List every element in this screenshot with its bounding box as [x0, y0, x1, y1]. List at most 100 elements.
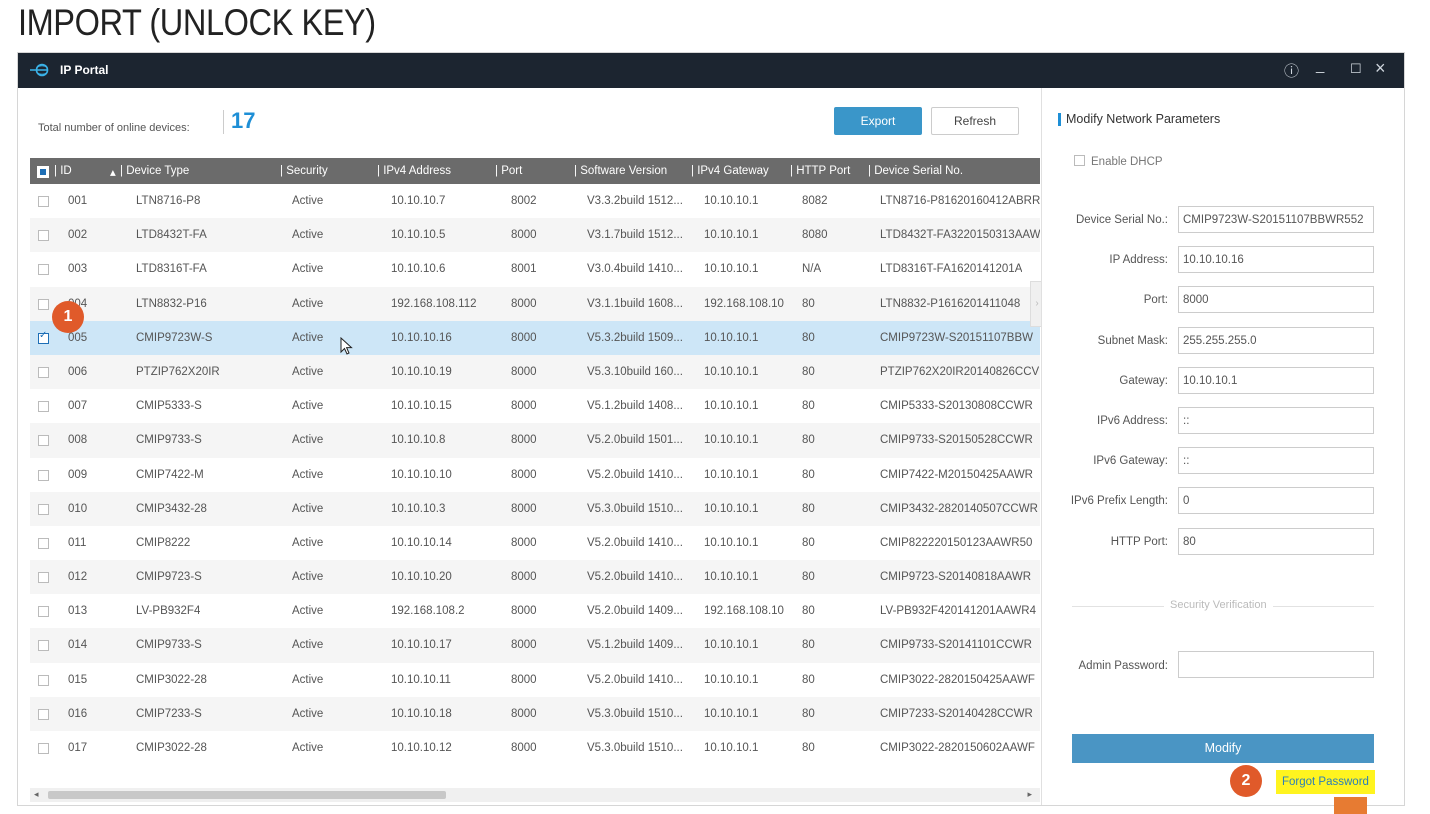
row-checkbox[interactable]	[38, 366, 49, 378]
info-icon[interactable]: ⓘ	[1284, 60, 1299, 81]
col-header-id[interactable]: | ID	[54, 165, 72, 177]
maximize-button[interactable]: ☐	[1350, 61, 1362, 77]
row-checkbox[interactable]	[38, 196, 49, 207]
ip-address-input[interactable]: 10.10.10.16	[1178, 246, 1374, 274]
cell-port: 8000	[511, 297, 537, 310]
cell-software-version: V3.0.4build 1410...	[587, 263, 683, 276]
cell-ipv4-address: 10.10.10.18	[391, 707, 452, 720]
subnet-mask-label: Subnet Mask:	[1097, 334, 1168, 347]
row-checkbox[interactable]	[38, 230, 49, 242]
ip-address-label: IP Address:	[1109, 254, 1168, 267]
cell-ipv4-address: 10.10.10.17	[391, 639, 452, 652]
cell-software-version: V5.3.2build 1509...	[587, 331, 683, 344]
table-row[interactable]: 012 CMIP9723-S Active 10.10.10.20 8000 V5.2.0…	[30, 560, 1040, 595]
refresh-button[interactable]: Refresh	[931, 107, 1019, 135]
cell-device-type: CMIP7233-S	[136, 707, 202, 720]
cell-ipv4-gateway: 10.10.10.1	[704, 365, 759, 378]
row-checkbox[interactable]	[38, 401, 49, 413]
col-header-device-type[interactable]: | Device Type	[120, 165, 189, 177]
cell-port: 8000	[511, 639, 537, 652]
table-row[interactable]: 009 CMIP7422-M Active 10.10.10.10 8000 V5.2.0…	[30, 458, 1040, 492]
row-checkbox[interactable]	[38, 606, 49, 618]
modify-button[interactable]: Modify	[1072, 734, 1374, 763]
export-button[interactable]: Export	[834, 107, 922, 135]
table-row[interactable]: 006 PTZIP762X20IR Active 10.10.10.19 8000 V5.…	[30, 354, 1040, 390]
col-header-http-port[interactable]: | HTTP Port	[790, 165, 850, 177]
http-port-input[interactable]: 80	[1178, 527, 1374, 555]
subnet-mask-input[interactable]: 255.255.255.0	[1178, 326, 1374, 354]
enable-dhcp-checkbox[interactable]: Enable DHCP	[1074, 155, 1163, 168]
cell-ipv4-gateway: 10.10.10.1	[704, 536, 759, 549]
row-checkbox[interactable]	[38, 708, 49, 720]
col-header-ipv4-gateway[interactable]: | IPv4 Gateway	[691, 165, 769, 177]
cell-ipv4-gateway: 10.10.10.1	[704, 434, 759, 447]
ipv6-prefix-length-input[interactable]: 0	[1178, 487, 1374, 515]
port-input[interactable]: 8000	[1178, 286, 1374, 314]
cell-port: 8000	[511, 536, 537, 549]
horizontal-scrollbar[interactable]: ◂ ▸	[30, 788, 1040, 802]
table-row[interactable]: 007 CMIP5333-S Active 10.10.10.15 8000 V5.1.2…	[30, 389, 1040, 423]
cell-id: 013	[68, 605, 88, 618]
cell-ipv4-gateway: 10.10.10.1	[704, 742, 759, 754]
row-checkbox[interactable]	[38, 640, 49, 652]
cell-device-type: CMIP3432-28	[136, 502, 207, 515]
col-header-ipv4-address[interactable]: | IPv4 Address	[377, 165, 451, 177]
table-row[interactable]: 005 CMIP9723W-S Active 10.10.10.16 8000 V5.3.…	[30, 320, 1040, 355]
admin-password-input[interactable]	[1178, 651, 1374, 678]
table-row[interactable]: 010 CMIP3432-28 Active 10.10.10.3 8000 V5.3.0…	[30, 491, 1040, 526]
row-checkbox[interactable]	[38, 469, 49, 481]
row-checkbox[interactable]	[38, 298, 49, 310]
cell-ipv4-address: 10.10.10.15	[391, 400, 452, 413]
cell-serial: PTZIP762X20IR20140826CCV	[880, 365, 1040, 378]
row-checkbox[interactable]	[38, 330, 49, 344]
table-row[interactable]: 004LTN8832-P16Active192.168.108.1128000V…	[30, 286, 1040, 321]
table-row[interactable]: 015 CMIP3022-28 Active 10.10.10.11 8000 V5.2.…	[30, 663, 1040, 697]
cell-ipv4-address: 10.10.10.3	[391, 502, 446, 515]
col-header-port[interactable]: | Port	[495, 165, 522, 177]
ipv6-address-input[interactable]: ::	[1178, 407, 1374, 434]
scroll-right-icon[interactable]: ▸	[1027, 789, 1032, 800]
cell-security: Active	[292, 229, 324, 242]
table-row[interactable]: 003 LTD8316T-FA Active 10.10.10.6 8001 V3.0.4…	[30, 252, 1040, 286]
table-row[interactable]: 001 LTN8716-P8 Active 10.10.10.7 8002 V3.3.2b…	[30, 184, 1040, 218]
device-serial-input[interactable]: CMIP9723W-S20151107BBWR552	[1178, 206, 1374, 233]
forgot-password-link[interactable]: Forgot Password	[1276, 770, 1375, 794]
cell-security: Active	[292, 400, 324, 413]
table-row[interactable]: 011 CMIP8222 Active 10.10.10.14 8000 V5.2.0bu…	[30, 526, 1040, 560]
row-checkbox[interactable]	[38, 435, 49, 447]
close-button[interactable]: ×	[1375, 58, 1386, 79]
select-all-checkbox[interactable]	[37, 166, 49, 178]
ipv6-gateway-input[interactable]: ::	[1178, 447, 1374, 475]
cell-http-port: 80	[802, 536, 815, 549]
cell-device-type: CMIP9733-S	[136, 434, 202, 447]
table-row[interactable]: 017 CMIP3022-28 Active 10.10.10.12 8000 V5.3.…	[30, 731, 1040, 765]
cell-id: 003	[68, 263, 88, 276]
table-row[interactable]: 014 CMIP9733-S Active 10.10.10.17 8000 V5.1.2…	[30, 628, 1040, 663]
table-row[interactable]: 002 LTD8432T-FA Active 10.10.10.5 8000 V3.1.7…	[30, 218, 1040, 253]
cell-serial: LTD8316T-FA1620141201A	[880, 263, 1023, 276]
cell-port: 8000	[511, 365, 537, 378]
gateway-input[interactable]: 10.10.10.1	[1178, 366, 1374, 394]
row-checkbox[interactable]	[38, 264, 49, 276]
callout-1-badge: 1	[52, 301, 84, 333]
cell-id: 010	[68, 502, 88, 515]
cell-security: Active	[292, 571, 324, 584]
row-checkbox[interactable]	[38, 503, 49, 515]
row-checkbox[interactable]	[38, 537, 49, 549]
minimize-button[interactable]: _	[1316, 57, 1324, 74]
col-header-software-version[interactable]: | Software Version	[574, 165, 667, 177]
table-row[interactable]: 016 CMIP7233-S Active 10.10.10.18 8000 V5.3.0…	[30, 696, 1040, 731]
col-header-security[interactable]: | Security	[280, 165, 328, 177]
table-row[interactable]: 013 LV-PB932F4 Active 192.168.108.2 8000 V5.2…	[30, 594, 1040, 628]
col-header-serial[interactable]: | Device Serial No.	[868, 165, 963, 177]
scrollbar-thumb[interactable]	[48, 791, 446, 799]
sort-asc-icon[interactable]: ▴	[110, 165, 116, 179]
table-row[interactable]: 008 CMIP9733-S Active 10.10.10.8 8000 V5.2.0b…	[30, 423, 1040, 458]
scroll-left-icon[interactable]: ◂	[34, 789, 39, 800]
row-checkbox[interactable]	[38, 674, 49, 686]
row-checkbox[interactable]	[38, 743, 49, 754]
cell-software-version: V5.3.0build 1510...	[587, 707, 683, 720]
cell-device-type: CMIP7422-M	[136, 468, 204, 481]
row-checkbox[interactable]	[38, 572, 49, 584]
cell-ipv4-gateway: 10.10.10.1	[704, 468, 759, 481]
